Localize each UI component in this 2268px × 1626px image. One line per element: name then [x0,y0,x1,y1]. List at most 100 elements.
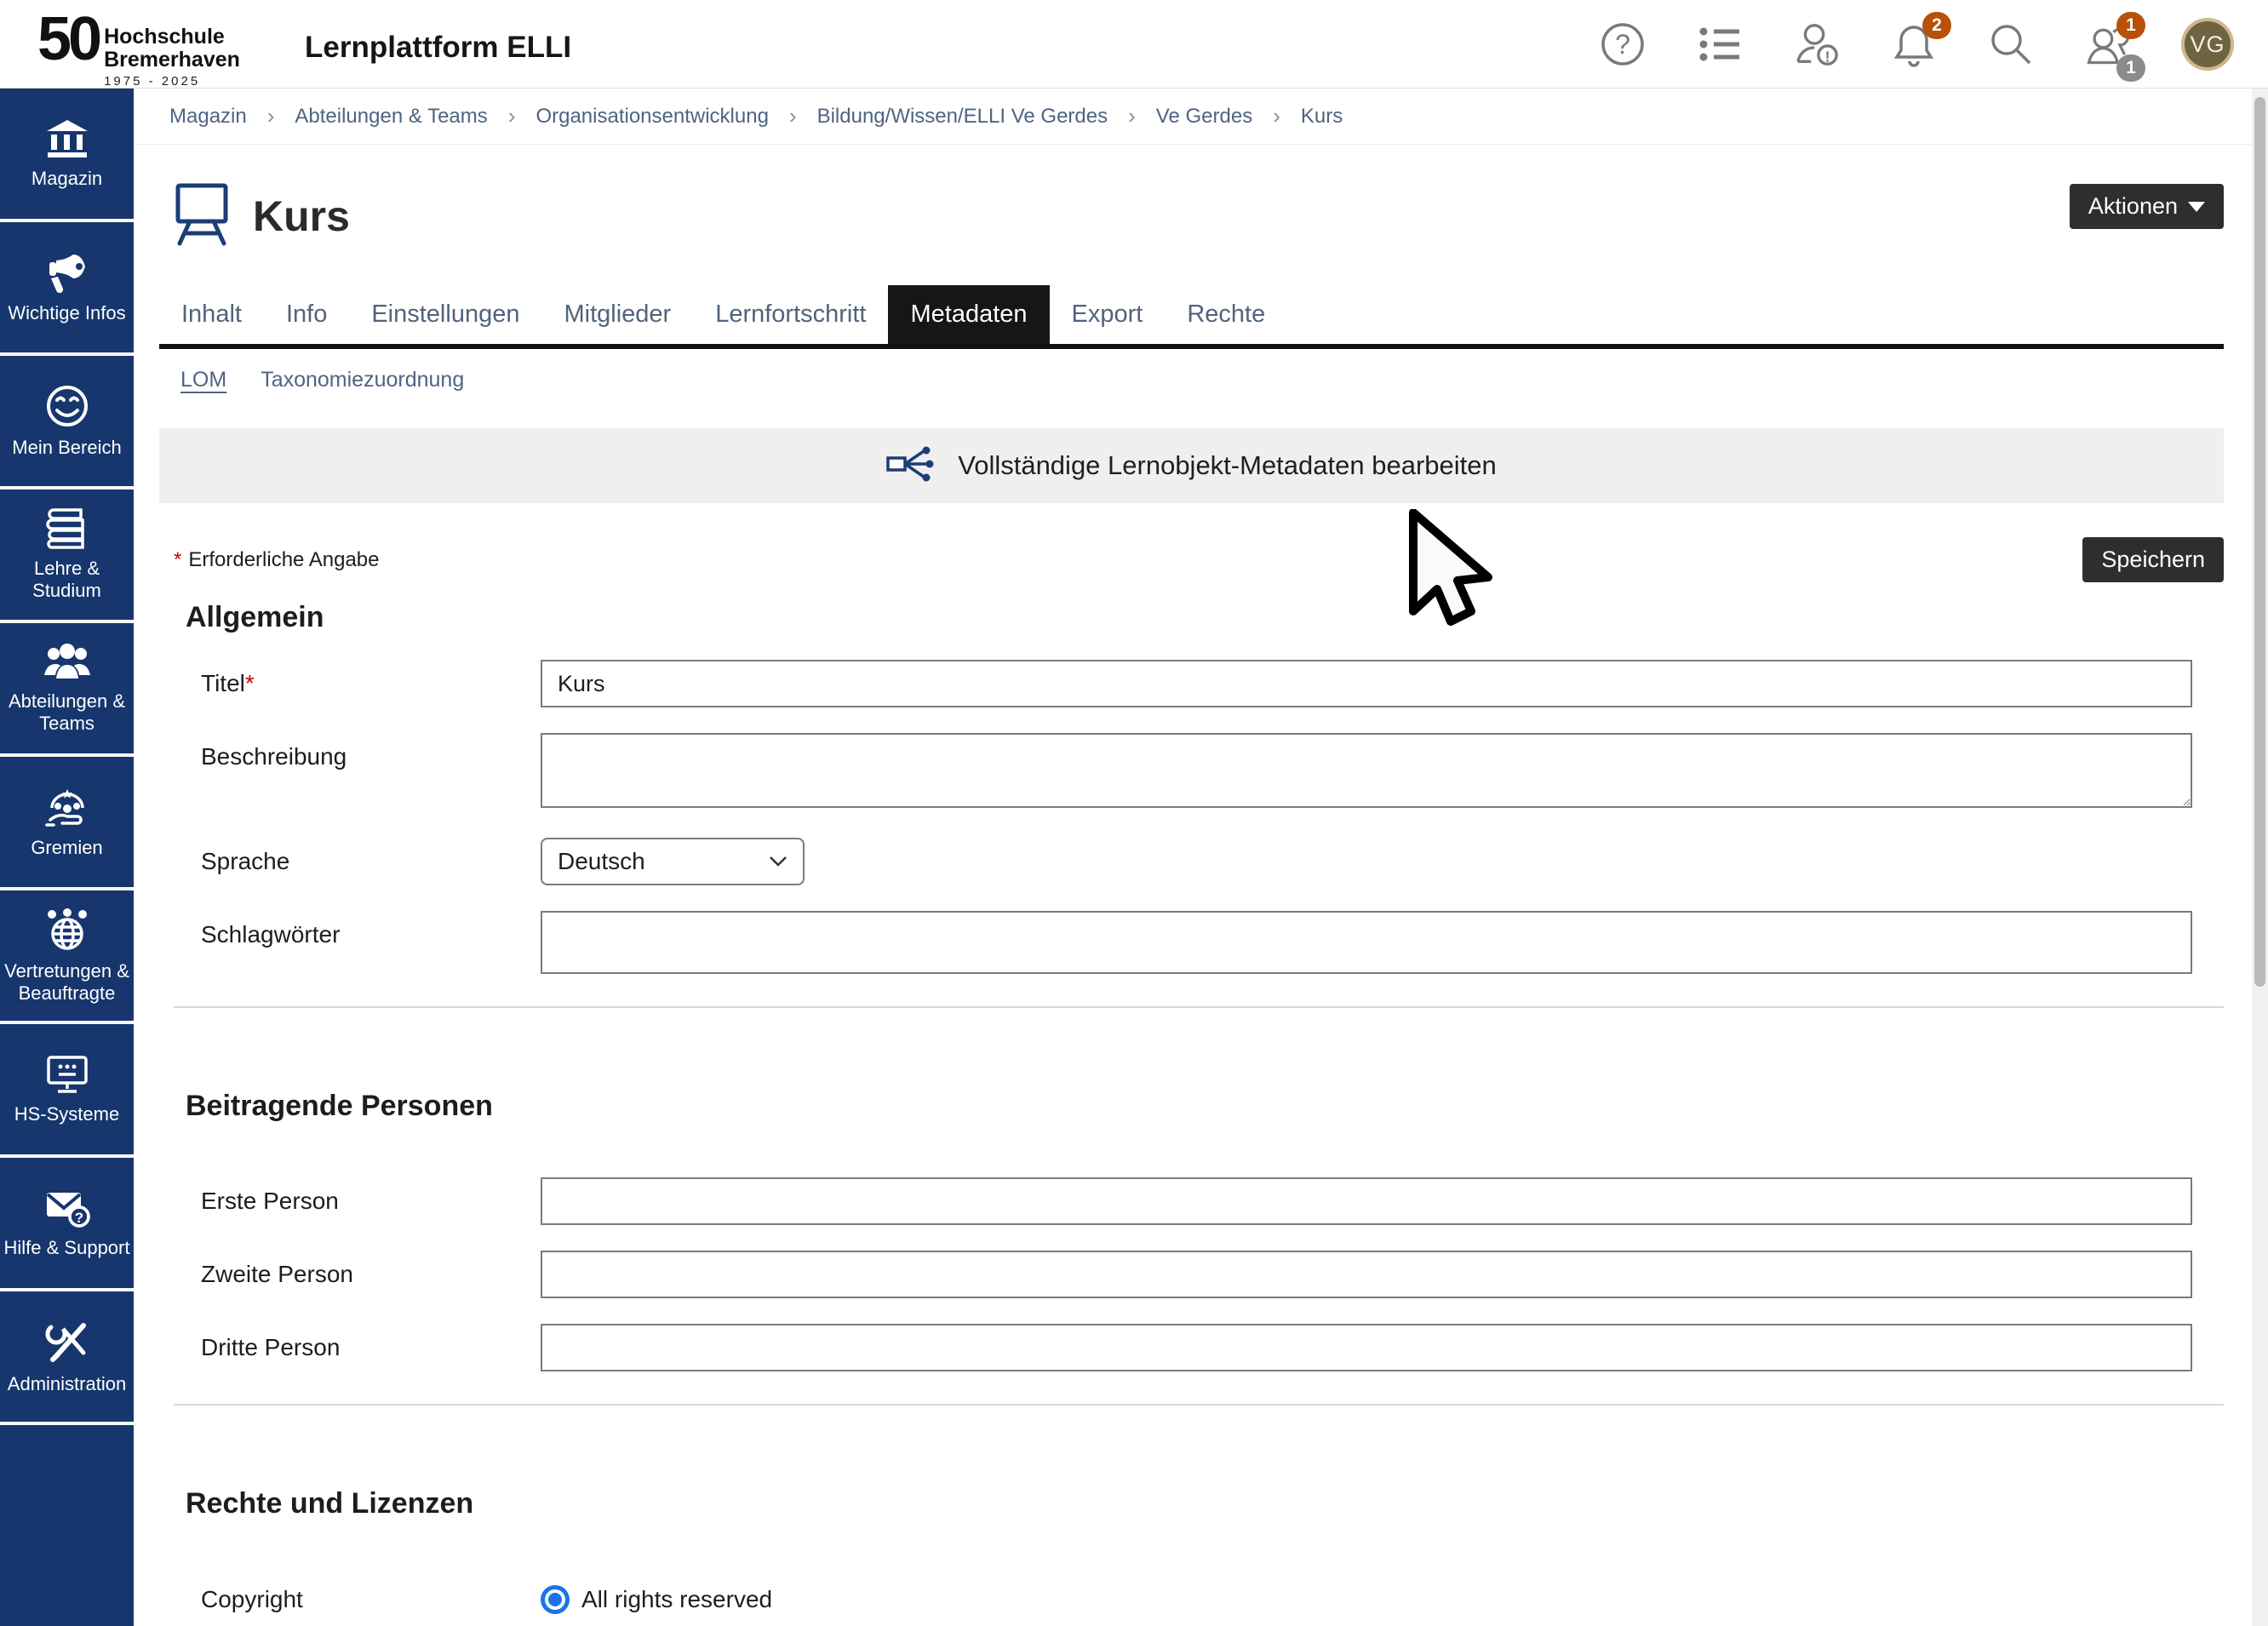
required-asterisk: * [245,670,255,696]
tab-einstellungen[interactable]: Einstellungen [349,285,541,344]
tab-export[interactable]: Export [1050,285,1166,344]
sidebar-item-label: Abteilungen & Teams [2,690,132,735]
chevron-down-icon [769,856,788,867]
breadcrumb-separator: › [267,103,275,129]
erste-person-input[interactable] [541,1177,2192,1225]
sidebar-item-lehre-studium[interactable]: Lehre & Studium [0,490,134,623]
sidebar-item-wichtige-infos[interactable]: Wichtige Infos [0,222,134,356]
sidebar-item-label: Magazin [32,168,102,190]
notifications-bell-icon[interactable]: 2 [1890,19,1938,70]
copyright-radio-label: All rights reserved [581,1586,772,1613]
zweite-person-label: Zweite Person [159,1251,541,1298]
breadcrumb-ve-gerdes[interactable]: Ve Gerdes [1156,105,1252,129]
list-menu-icon[interactable] [1696,19,1744,70]
app-title: Lernplattform ELLI [305,31,571,65]
help-icon[interactable]: ? [1599,19,1647,70]
erste-person-label: Erste Person [159,1177,541,1225]
subtab-taxonomiezuordnung[interactable]: Taxonomiezuordnung [261,368,464,392]
aktionen-button[interactable]: Aktionen [2070,184,2224,229]
sidebar-item-abteilungen-teams[interactable]: Abteilungen & Teams [0,623,134,757]
edit-full-metadata-banner[interactable]: Vollständige Lernobjekt-Metadaten bearbe… [159,428,2224,503]
dritte-person-input[interactable] [541,1324,2192,1371]
schlagwoerter-input[interactable] [541,911,2192,974]
sidebar-item-label: Administration [8,1373,126,1395]
sidebar-item-label: Hilfe & Support [4,1237,130,1259]
breadcrumb-abteilungen[interactable]: Abteilungen & Teams [295,105,487,129]
user-alert-icon[interactable]: ! [1793,19,1841,70]
subtab-lom[interactable]: LOM [180,368,226,392]
copyright-radio-selected[interactable] [541,1585,570,1614]
breadcrumb-separator: › [789,103,797,129]
section-allgemein-title: Allgemein [159,601,2224,634]
logo-50: 50 [37,5,99,73]
tab-rechte[interactable]: Rechte [1165,285,1287,344]
sub-tab-bar: LOM Taxonomiezuordnung [159,368,2224,392]
breadcrumb-bildung-wissen[interactable]: Bildung/Wissen/ELLI Ve Gerdes [817,105,1108,129]
tab-bar: Inhalt Info Einstellungen Mitglieder Ler… [159,285,2224,349]
scrollbar-thumb[interactable] [2254,97,2265,987]
sidebar-item-administration[interactable]: Administration [0,1291,134,1425]
sidebar-item-label: Vertretungen & Beauftragte [2,960,132,1005]
sidebar-item-mein-bereich[interactable]: Mein Bereich [0,356,134,490]
sidebar-item-hs-systeme[interactable]: HS-Systeme [0,1024,134,1158]
speichern-button[interactable]: Speichern [2082,537,2224,582]
banner-label: Vollständige Lernobjekt-Metadaten bearbe… [958,450,1497,481]
vertical-scrollbar [2252,89,2268,1626]
books-icon [43,508,91,549]
breadcrumb: Magazin › Abteilungen & Teams › Organisa… [134,89,2268,145]
contacts-badge-bottom: 1 [2116,54,2145,82]
people-group-icon [43,643,92,682]
titel-label: Titel* [159,660,541,707]
section-divider [174,1006,2224,1008]
svg-text:?: ? [1615,29,1630,60]
required-asterisk: * [174,548,181,571]
sidebar-item-hilfe-support[interactable]: ? Hilfe & Support [0,1158,134,1291]
smiley-icon [45,384,89,428]
tab-info[interactable]: Info [264,285,349,344]
megaphone-icon [44,251,90,294]
sidebar-item-gremien[interactable]: Gremien [0,757,134,890]
breadcrumb-separator: › [1128,103,1136,129]
sidebar-item-magazin[interactable]: Magazin [0,89,134,222]
page-title: Kurs [253,192,350,241]
sprache-selected-value: Deutsch [558,848,645,875]
section-rechte-title: Rechte und Lizenzen [159,1487,2224,1520]
metadata-node-icon [886,445,936,487]
breadcrumb-kurs[interactable]: Kurs [1301,105,1343,129]
section-beitragende-title: Beitragende Personen [159,1090,2224,1123]
beschreibung-label: Beschreibung [159,733,541,812]
section-divider [174,1404,2224,1406]
logo-name-line1: Hochschule [104,26,240,49]
schlagwoerter-label: Schlagwörter [159,911,541,974]
main-content: Magazin › Abteilungen & Teams › Organisa… [134,89,2268,1626]
logo-name-line2: Bremerhaven [104,49,240,72]
user-avatar[interactable]: VG [2181,18,2234,71]
bank-icon [45,118,89,159]
sprache-select[interactable]: Deutsch [541,838,805,885]
zweite-person-input[interactable] [541,1251,2192,1298]
tab-inhalt[interactable]: Inhalt [159,285,264,344]
sidebar-item-label: Mein Bereich [12,437,121,459]
assembly-hand-icon [43,786,91,828]
search-icon[interactable] [1987,19,2035,70]
breadcrumb-magazin[interactable]: Magazin [169,105,247,129]
sidebar-item-label: Gremien [31,837,102,859]
mail-question-icon: ? [43,1188,91,1228]
main-sidebar: Magazin Wichtige Infos Mein Bereich [0,89,134,1626]
titel-input[interactable] [541,660,2192,707]
tab-metadaten[interactable]: Metadaten [888,285,1049,344]
breadcrumb-separator: › [508,103,516,129]
contacts-icon[interactable]: 1 1 [2084,19,2132,70]
university-logo[interactable]: 50 Hochschule Bremerhaven 1975 - 2025 [37,5,240,89]
tools-icon [44,1319,90,1365]
chevron-down-icon [2188,202,2205,212]
breadcrumb-organisationsentwicklung[interactable]: Organisationsentwicklung [536,105,768,129]
tab-lernfortschritt[interactable]: Lernfortschritt [693,285,888,344]
sidebar-item-vertretungen[interactable]: Vertretungen & Beauftragte [0,890,134,1024]
svg-text:?: ? [74,1210,83,1226]
sidebar-item-label: Lehre & Studium [2,558,132,602]
svg-text:!: ! [1825,48,1830,65]
beschreibung-textarea[interactable] [541,733,2192,808]
tab-mitglieder[interactable]: Mitglieder [541,285,693,344]
sprache-label: Sprache [159,838,541,885]
